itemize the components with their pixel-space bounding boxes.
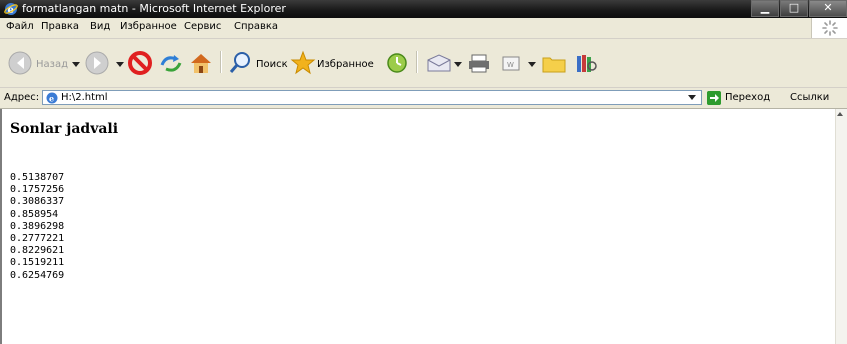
list-item: 0.858954 (10, 208, 59, 220)
back-icon[interactable] (6, 47, 36, 79)
svg-text:W: W (507, 61, 514, 69)
menu-file[interactable]: Файл (6, 21, 34, 32)
menu-favorites[interactable]: Избранное (120, 21, 177, 32)
page-content: Sonlar jadvali 0.5138707 0.1757256 0.308… (0, 109, 835, 344)
address-input[interactable]: e H:\2.html (42, 90, 702, 105)
scroll-up-arrow-icon[interactable] (837, 112, 843, 116)
close-button[interactable]: ✕ (809, 0, 847, 17)
list-item: 0.6254769 (10, 269, 65, 281)
browser-window: e formatlangan matn - Microsoft Internet… (0, 0, 847, 344)
title-bar[interactable]: e formatlangan matn - Microsoft Internet… (0, 0, 847, 18)
favorites-star-icon[interactable] (290, 47, 316, 79)
back-button-label[interactable]: Назад (36, 59, 68, 70)
list-item: 0.5138707 (10, 172, 65, 183)
maximize-button[interactable]: □ (780, 0, 808, 17)
folder-icon[interactable] (540, 47, 568, 79)
address-dropdown-icon[interactable] (688, 95, 696, 100)
search-icon[interactable] (228, 47, 254, 79)
address-label: Адрес: (4, 92, 40, 103)
list-item: 0.3086337 (10, 196, 65, 208)
menu-tools[interactable]: Сервис (184, 21, 221, 32)
list-item: 0.1757256 (10, 184, 65, 196)
print-icon[interactable] (466, 47, 492, 79)
menu-view[interactable]: Вид (90, 21, 110, 32)
standard-toolbar: Назад Поиск Избранное W (0, 39, 847, 88)
internet-explorer-icon: e (4, 3, 18, 16)
refresh-icon[interactable] (158, 47, 184, 79)
list-item: 0.3896298 (10, 220, 65, 232)
windows-logo-icon (822, 20, 838, 36)
minimize-button[interactable]: ▁ (751, 0, 779, 17)
mail-icon[interactable] (424, 47, 454, 79)
favorites-button-label[interactable]: Избранное (317, 59, 374, 70)
go-arrow-icon (707, 91, 721, 105)
address-value[interactable]: H:\2.html (61, 92, 108, 103)
numbers-list: 0.5138707 0.1757256 0.3086337 0.858954 0… (10, 172, 64, 282)
back-dropdown-icon[interactable] (72, 62, 80, 67)
stop-icon[interactable] (126, 47, 154, 79)
history-icon[interactable] (384, 47, 410, 79)
address-bar: Адрес: e H:\2.html Переход Ссылки (0, 88, 847, 109)
home-icon[interactable] (188, 47, 214, 79)
vertical-scrollbar[interactable] (835, 109, 847, 344)
svg-text:e: e (49, 94, 54, 104)
menu-edit[interactable]: Правка (41, 21, 79, 32)
list-item: 0.8229621 (10, 245, 65, 257)
menu-help[interactable]: Справка (234, 21, 278, 32)
edit-dropdown-icon[interactable] (528, 62, 536, 67)
windows-throbber (811, 18, 847, 38)
menu-bar: Файл Правка Вид Избранное Сервис Справка (0, 18, 847, 39)
mail-dropdown-icon[interactable] (454, 62, 462, 67)
links-button[interactable]: Ссылки (790, 92, 829, 103)
edit-icon[interactable]: W (498, 47, 524, 79)
window-title: formatlangan matn - Microsoft Internet E… (22, 2, 286, 15)
go-button[interactable]: Переход (705, 90, 779, 106)
page-heading: Sonlar jadvali (10, 121, 119, 137)
forward-icon[interactable] (82, 47, 112, 79)
forward-dropdown-icon[interactable] (116, 62, 124, 67)
list-item: 0.2777221 (10, 233, 65, 245)
list-item: 0.1519211 (10, 257, 65, 269)
research-icon[interactable] (572, 47, 600, 79)
toolbar-separator (416, 51, 418, 73)
page-icon: e (46, 92, 58, 104)
toolbar-separator (220, 51, 222, 73)
search-button-label[interactable]: Поиск (256, 59, 288, 70)
go-button-label[interactable]: Переход (725, 92, 770, 103)
